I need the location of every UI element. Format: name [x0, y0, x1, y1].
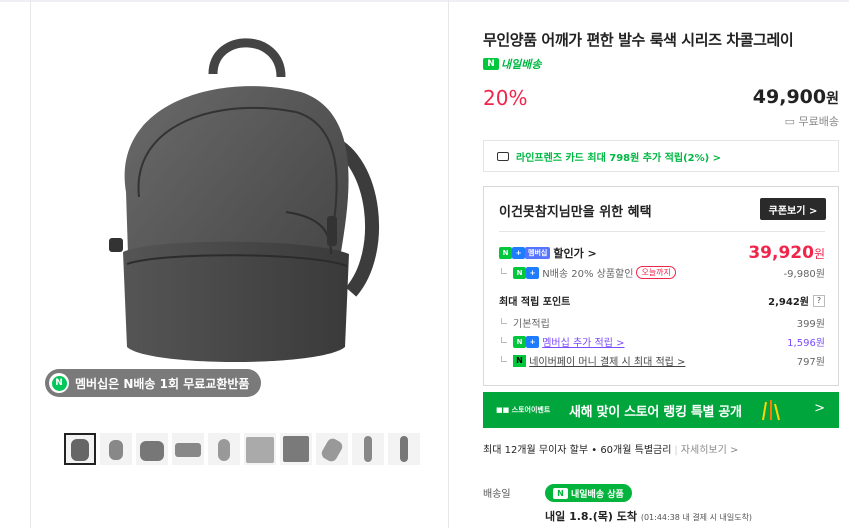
sale-price: 39,920	[748, 243, 814, 263]
sale-price-row: N + 멤버십 할인가 > 39,920원	[499, 243, 825, 263]
tomorrow-delivery-icon: N	[553, 487, 568, 499]
benefit-title: 이건못참지님만을 위한 혜택	[499, 205, 652, 220]
thumbnail-2[interactable]	[100, 433, 132, 465]
product-main-image[interactable]	[31, 2, 448, 412]
thumbnail-1[interactable]	[64, 433, 96, 465]
today-only-badge: 오늘까지	[636, 266, 676, 279]
tomorrow-delivery-icon: N	[483, 58, 499, 70]
help-icon[interactable]: ?	[813, 294, 825, 307]
store-event-logo: ■■ 스토어이벤트	[496, 406, 551, 414]
n-tag-icon: N	[513, 266, 526, 279]
installment-detail-link[interactable]: 자세히보기 >	[681, 445, 739, 456]
member-benefit-box: 이건못참지님만을 위한 혜택 쿠폰보기 > N + 멤버십 할인가 > 39,9…	[483, 186, 839, 386]
naverpay-icon: N	[513, 354, 526, 367]
store-ranking-event-banner[interactable]: ■■ 스토어이벤트 새해 맞이 스토어 랭킹 특별 공개 >	[483, 392, 839, 428]
delivery-date: 내일 1.8.(목) 도착 (01:44:38 내 결제 시 내일도착)	[545, 510, 753, 523]
shipping-info: ▭ 무료배송	[784, 115, 839, 128]
backpack-image	[109, 38, 379, 362]
base-points-row: 기본적립 399원	[499, 315, 825, 330]
card-promo-link[interactable]: 라인프렌즈 카드 최대 798원 추가 적립(2%) >	[483, 140, 839, 172]
naverpay-points-row: N 네이버페이 머니 결제 시 최대 적립 > 797원	[499, 353, 825, 368]
membership-points-link[interactable]: 멤버십 추가 적립 >	[542, 334, 624, 349]
plus-tag-icon: +	[526, 335, 539, 348]
product-page: N 멤버십은 N배송 1회 무료교환반품 무인양품 어깨가 편한 발수 룩색 시…	[0, 0, 849, 528]
tomorrow-delivery-badge: N 내일배송	[483, 57, 541, 71]
plus-tag-icon: +	[526, 266, 539, 279]
n-tag-icon: N	[499, 247, 512, 259]
thumbnail-4[interactable]	[172, 433, 204, 465]
membership-tag: 멤버십	[525, 247, 551, 259]
original-price: 49,900원	[752, 86, 839, 108]
membership-badge-text: 멤버십은 N배송 1회 무료교환반품	[75, 376, 250, 391]
delivery-label: 배송일	[483, 489, 511, 500]
fireworks-icon	[762, 400, 780, 421]
product-title: 무인양품 어깨가 편한 발수 룩색 시리즈 차콜그레이	[483, 31, 794, 49]
n-discount-label: N배송 20% 상품할인	[542, 269, 634, 280]
thumbnail-6[interactable]	[244, 433, 276, 465]
thumbnail-3[interactable]	[136, 433, 168, 465]
n-tag-icon: N	[513, 335, 526, 348]
max-points-value: 2,942원	[768, 297, 809, 308]
membership-free-return-badge: N 멤버십은 N배송 1회 무료교환반품	[45, 369, 262, 397]
thumbnail-9[interactable]	[352, 433, 384, 465]
naver-n-icon: N	[49, 373, 69, 393]
discount-rate: 20%	[483, 86, 528, 110]
thumbnail-7[interactable]	[280, 433, 312, 465]
thumbnail-5[interactable]	[208, 433, 240, 465]
n-discount-value: -9,980원	[783, 269, 825, 280]
sale-price-link[interactable]: 할인가 >	[553, 245, 596, 261]
membership-points-row: N + 멤버십 추가 적립 > 1,596원	[499, 334, 825, 349]
thumbnail-10[interactable]	[388, 433, 420, 465]
tomorrow-delivery-product-badge: N 내일배송 상품	[545, 484, 632, 502]
credit-card-icon	[497, 151, 509, 161]
thumbnail-8[interactable]	[316, 433, 348, 465]
coupon-view-button[interactable]: 쿠폰보기 >	[760, 198, 826, 220]
installment-info: 최대 12개월 무이자 할부 • 60개월 특별금리 | 자세히보기 >	[483, 445, 739, 456]
max-points-row: 최대 적립 포인트 2,942원?	[499, 293, 825, 308]
banner-text: 새해 맞이 스토어 랭킹 특별 공개	[569, 404, 742, 420]
max-points-label: 최대 적립 포인트	[499, 297, 571, 308]
plus-tag-icon: +	[512, 247, 525, 259]
banner-arrow-icon: >	[814, 401, 825, 416]
n-discount-row: N + N배송 20% 상품할인 오늘까지 -9,980원	[499, 265, 825, 280]
thumbnail-strip	[64, 433, 420, 465]
benefit-divider	[499, 231, 825, 232]
naverpay-points-link[interactable]: 네이버페이 머니 결제 시 최대 적립 >	[529, 353, 685, 368]
truck-icon: ▭	[784, 115, 799, 128]
